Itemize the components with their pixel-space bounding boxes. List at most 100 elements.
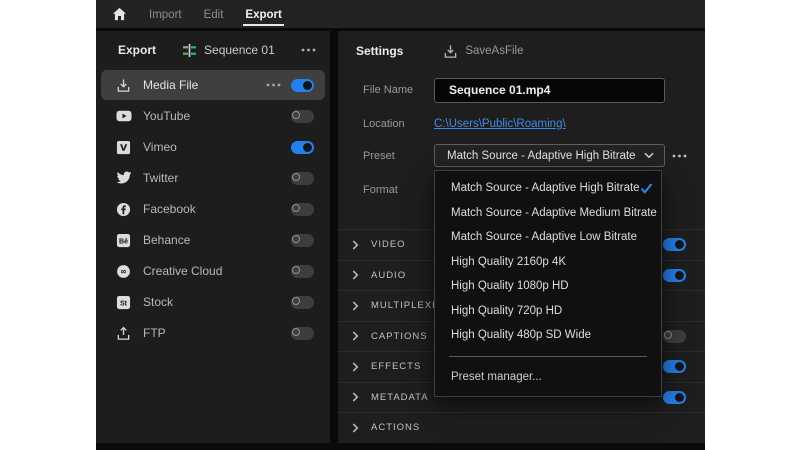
facebook-toggle[interactable]	[291, 203, 314, 216]
toggle-knob	[292, 297, 300, 305]
save-as-file-icon	[443, 44, 458, 59]
preset-manager-item[interactable]: Preset manager...	[435, 365, 661, 390]
stock-icon: St	[115, 295, 132, 310]
preset-option-label: High Quality 480p SD Wide	[451, 329, 591, 341]
sidebar-item-ftp[interactable]: FTP	[101, 318, 325, 348]
screenshot-canvas: Import Edit Export Export Sequence 01 Medi…	[0, 0, 800, 450]
preset-option-match-source-adaptive-low-bitrate[interactable]: Match Source - Adaptive Low Bitrate	[435, 225, 661, 250]
ftp-toggle[interactable]	[291, 327, 314, 340]
preset-more-button[interactable]	[672, 154, 687, 158]
captions-toggle[interactable]	[663, 330, 686, 343]
tab-edit[interactable]: Edit	[202, 3, 226, 26]
video-toggle[interactable]	[663, 238, 686, 251]
tab-import[interactable]: Import	[147, 3, 184, 26]
home-icon[interactable]	[112, 7, 127, 21]
svg-text:St: St	[120, 300, 128, 307]
save-as-file-label: SaveAsFile	[465, 45, 523, 57]
creative-cloud-toggle[interactable]	[291, 265, 314, 278]
sequence-name: Sequence 01	[204, 43, 275, 57]
file-name-label: File Name	[363, 84, 413, 96]
sidebar-item-facebook[interactable]: Facebook	[101, 194, 325, 224]
toggle-knob	[675, 362, 684, 371]
toggle-knob	[675, 271, 684, 280]
toggle-knob	[292, 111, 300, 119]
format-label: Format	[363, 184, 398, 196]
preset-option-high-quality-1080p-hd[interactable]: High Quality 1080p HD	[435, 274, 661, 299]
preset-option-high-quality-2160p-4k[interactable]: High Quality 2160p 4K	[435, 250, 661, 275]
media-file-more-button[interactable]	[265, 83, 282, 87]
metadata-toggle[interactable]	[663, 391, 686, 404]
preset-option-match-source-adaptive-high-bitrate[interactable]: Match Source - Adaptive High Bitrate	[435, 176, 661, 201]
preset-option-label: Match Source - Adaptive High Bitrate	[451, 182, 640, 194]
preset-option-label: High Quality 720p HD	[451, 305, 562, 317]
media-file-toggle[interactable]	[291, 79, 314, 92]
dropdown-divider	[449, 356, 647, 357]
location-row: Location C:\Users\Public\Roaming\	[338, 116, 705, 132]
destination-list: Media FileYouTubeVimeoTwitterFacebookBēB…	[96, 70, 330, 348]
sidebar-item-stock[interactable]: St Stock	[101, 287, 325, 317]
sidebar-item-label: Vimeo	[143, 140, 177, 154]
file-name-input[interactable]	[434, 78, 665, 103]
toggle-knob	[303, 143, 312, 152]
sidebar-item-label: Stock	[143, 295, 173, 309]
chevron-right-icon	[352, 270, 364, 280]
preset-option-label: High Quality 2160p 4K	[451, 256, 566, 268]
chevron-right-icon	[352, 301, 364, 311]
preset-label: Preset	[363, 150, 395, 162]
sidebar-item-label: Media File	[143, 78, 198, 92]
sidebar-item-creative-cloud[interactable]: ∞Creative Cloud	[101, 256, 325, 286]
sidebar-item-youtube[interactable]: YouTube	[101, 101, 325, 131]
tab-export[interactable]: Export	[243, 3, 283, 26]
sequence-more-button[interactable]	[301, 48, 316, 52]
toggle-knob	[292, 173, 300, 181]
sidebar-item-behance[interactable]: Bē Behance	[101, 225, 325, 255]
behance-toggle[interactable]	[291, 234, 314, 247]
file-name-row: File Name	[338, 77, 705, 103]
check-icon	[640, 183, 653, 194]
preset-option-match-source-adaptive-medium-bitrate[interactable]: Match Source - Adaptive Medium Bitrate	[435, 201, 661, 226]
vimeo-toggle[interactable]	[291, 141, 314, 154]
preset-option-label: Match Source - Adaptive Medium Bitrate	[451, 207, 657, 219]
chevron-right-icon	[352, 240, 364, 250]
sidebar-item-label: YouTube	[143, 109, 190, 123]
location-label: Location	[363, 118, 405, 130]
behance-icon: Bē	[115, 233, 132, 248]
stock-toggle[interactable]	[291, 296, 314, 309]
sidebar-item-label: Behance	[143, 233, 190, 247]
effects-toggle[interactable]	[663, 360, 686, 373]
section-actions[interactable]: ACTIONS	[338, 412, 705, 443]
toggle-knob	[303, 81, 312, 90]
preset-option-label: High Quality 1080p HD	[451, 280, 569, 292]
chevron-down-icon	[644, 152, 654, 159]
location-link[interactable]: C:\Users\Public\Roaming\	[434, 118, 566, 130]
preset-dropdown-menu: Match Source - Adaptive High Bitrate Matc…	[434, 170, 662, 397]
preset-option-high-quality-720p-hd[interactable]: High Quality 720p HD	[435, 299, 661, 324]
main-tabs: Import Edit Export	[147, 3, 302, 26]
audio-toggle[interactable]	[663, 269, 686, 282]
ftp-icon	[115, 326, 132, 341]
creative-cloud-icon: ∞	[115, 264, 132, 279]
preset-selected-value: Match Source - Adaptive High Bitrate	[447, 150, 644, 162]
media-file-icon	[115, 78, 132, 93]
svg-text:∞: ∞	[120, 266, 127, 275]
chevron-right-icon	[352, 392, 364, 402]
toggle-knob	[675, 393, 684, 402]
save-as-file-button[interactable]: SaveAsFile	[443, 44, 523, 59]
youtube-toggle[interactable]	[291, 110, 314, 123]
sidebar-item-twitter[interactable]: Twitter	[101, 163, 325, 193]
twitter-toggle[interactable]	[291, 172, 314, 185]
toggle-knob	[675, 240, 684, 249]
export-panel-title: Export	[118, 43, 156, 57]
preset-option-high-quality-480p-sd-wide[interactable]: High Quality 480p SD Wide	[435, 323, 661, 348]
sidebar-item-media-file[interactable]: Media File	[101, 70, 325, 100]
sidebar-header: Export Sequence 01	[96, 31, 330, 69]
facebook-icon	[115, 202, 132, 217]
sidebar-item-vimeo[interactable]: Vimeo	[101, 132, 325, 162]
preset-row: Preset Match Source - Adaptive High Bitr…	[338, 144, 705, 167]
toggle-knob	[292, 266, 300, 274]
preset-dropdown-button[interactable]: Match Source - Adaptive High Bitrate	[434, 144, 665, 167]
vimeo-icon	[115, 140, 132, 155]
export-settings-panel: Settings SaveAsFile File Name Location C…	[338, 31, 705, 443]
toggle-knob	[292, 235, 300, 243]
preset-option-label: Match Source - Adaptive Low Bitrate	[451, 231, 637, 243]
